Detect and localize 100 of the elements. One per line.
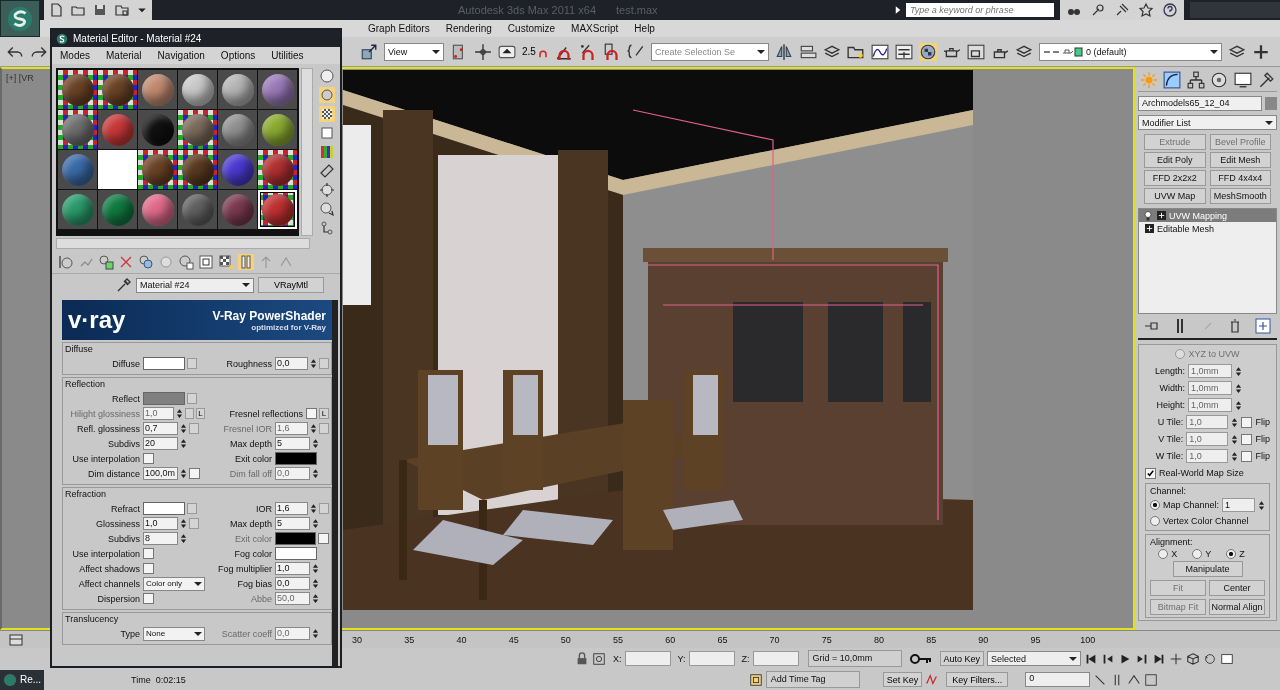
schematic-icon[interactable] [894,42,913,61]
color-bars-icon[interactable] [319,144,335,160]
spinner-icon[interactable] [312,562,319,575]
menu-item[interactable]: Material [98,50,150,61]
rollout-title[interactable]: Reflection [65,379,329,391]
color-swatch[interactable] [143,502,185,515]
percent-snap-icon[interactable] [578,42,597,61]
spinner-icon[interactable] [1231,432,1239,446]
object-color-swatch[interactable] [1265,97,1277,110]
app-logo-button[interactable] [0,0,40,37]
key-filters-button[interactable]: Key Filters... [946,672,1009,687]
set-key-button[interactable]: Set Key [882,672,923,687]
spinner-icon[interactable] [1235,398,1242,412]
menu-item[interactable]: Utilities [263,50,312,61]
project-folder-icon[interactable] [114,2,130,18]
material-type-button[interactable]: VRayMtl [258,277,324,293]
number-field[interactable]: 1,0mm [1188,398,1232,412]
move-icon[interactable] [474,42,492,61]
window-icon[interactable] [1220,651,1235,666]
modifier-button[interactable]: FFD 2x2x2 [1144,170,1206,186]
menu-item[interactable]: Modes [52,50,98,61]
modifier-list-dropdown[interactable]: Modifier List [1138,115,1277,130]
curve-editor-icon[interactable] [870,42,889,61]
disc-icon[interactable] [1210,71,1229,89]
rollout-title[interactable]: Diffuse [65,344,329,356]
mirror-icon[interactable] [774,42,793,61]
tag-icon[interactable] [748,672,763,687]
scrollbar[interactable] [56,238,310,249]
object-name-field[interactable]: Archmodels65_12_04 [1138,96,1262,111]
number-field[interactable]: 0,0 [275,577,310,590]
dropdown[interactable]: Color only [143,576,205,591]
menu-item[interactable]: Rendering [437,23,500,34]
menu-item[interactable]: Customize [499,23,564,34]
number-field[interactable]: 20 [143,437,178,450]
spinner-icon[interactable] [1235,381,1242,395]
menu-item[interactable]: Options [212,50,264,61]
spinner-icon[interactable] [312,592,319,605]
expand-box-icon[interactable] [1157,211,1166,220]
select-region-icon[interactable] [360,42,378,61]
modifier-button[interactable]: Edit Poly [1144,152,1206,168]
spinner-icon[interactable] [1258,498,1265,512]
copy-material-icon[interactable] [138,254,154,270]
star-icon[interactable] [1138,2,1154,18]
monitor-icon[interactable] [1233,71,1252,89]
spinner-icon[interactable] [180,467,187,480]
eyedropper-icon[interactable] [116,277,132,293]
menu-item[interactable]: Graph Editors [360,23,438,34]
auto-key-button[interactable]: Auto Key [939,651,985,666]
checkbox[interactable] [143,593,154,604]
material-name-dropdown[interactable]: Material #24 [136,277,254,293]
key-icon[interactable] [908,652,933,665]
radio-button[interactable] [1192,549,1203,559]
hierarchy-icon[interactable] [1186,71,1205,89]
checker-map-icon[interactable] [218,254,234,270]
taskbar-button[interactable]: Re... [0,669,44,690]
light-bulb-icon[interactable] [1142,209,1154,222]
layer-dropdown[interactable]: 0 (default) [1038,42,1222,61]
flip-checkbox[interactable] [1241,433,1253,445]
lock-button[interactable]: L [319,408,329,419]
color-swatch[interactable] [275,547,317,560]
library-icon[interactable] [178,254,194,270]
get-material-icon[interactable] [58,254,74,270]
search-field[interactable]: Type a keyword or phrase [906,3,1054,17]
scrollbar[interactable] [332,300,338,666]
checkbox[interactable] [143,453,154,464]
map-channel-field[interactable]: 1 [1222,498,1255,512]
checkbox[interactable] [306,408,317,419]
color-swatch[interactable] [143,392,185,405]
expand-box-icon[interactable] [1145,224,1154,233]
color-swatch[interactable] [143,357,185,370]
lit-sphere-icon[interactable] [319,87,335,103]
menu-item[interactable]: Help [626,23,663,34]
maximize-icon[interactable] [1144,672,1159,687]
key-mode-dropdown[interactable]: Selected [987,651,1082,666]
number-field[interactable]: 1,0 [143,517,178,530]
alignment-button[interactable]: Center [1209,580,1265,596]
configure-icon[interactable] [1255,318,1271,334]
render-frame-icon[interactable] [966,42,985,61]
orbit-icon[interactable] [1203,651,1218,666]
modifier-button[interactable]: MeshSmooth [1209,188,1271,204]
selection-set-dropdown[interactable]: Create Selection Se [650,42,769,61]
checkbox[interactable] [143,563,154,574]
number-field[interactable]: 1,0 [1186,415,1229,429]
spinner-icon[interactable] [180,437,187,450]
checkbox[interactable] [143,548,154,559]
flip-checkbox[interactable] [1241,450,1253,462]
spinner-icon[interactable] [180,517,187,530]
spinner-icon[interactable] [312,577,319,590]
snap-toggle-button[interactable]: 2.5 [522,45,549,58]
add-time-tag-button[interactable]: Add Time Tag [765,671,860,688]
menu-item[interactable]: Navigation [149,50,213,61]
reference-coordinate-dropdown[interactable]: View [384,42,444,61]
number-field[interactable]: 8 [143,532,178,545]
radio-button[interactable] [1226,549,1237,559]
spinner-icon[interactable] [312,437,319,450]
menu-item[interactable]: MAXScript [563,23,627,34]
delete-icon[interactable] [118,254,134,270]
cube-icon[interactable] [1186,651,1201,666]
rollout-title[interactable]: Refraction [65,489,329,501]
radio-button[interactable] [1158,549,1169,559]
